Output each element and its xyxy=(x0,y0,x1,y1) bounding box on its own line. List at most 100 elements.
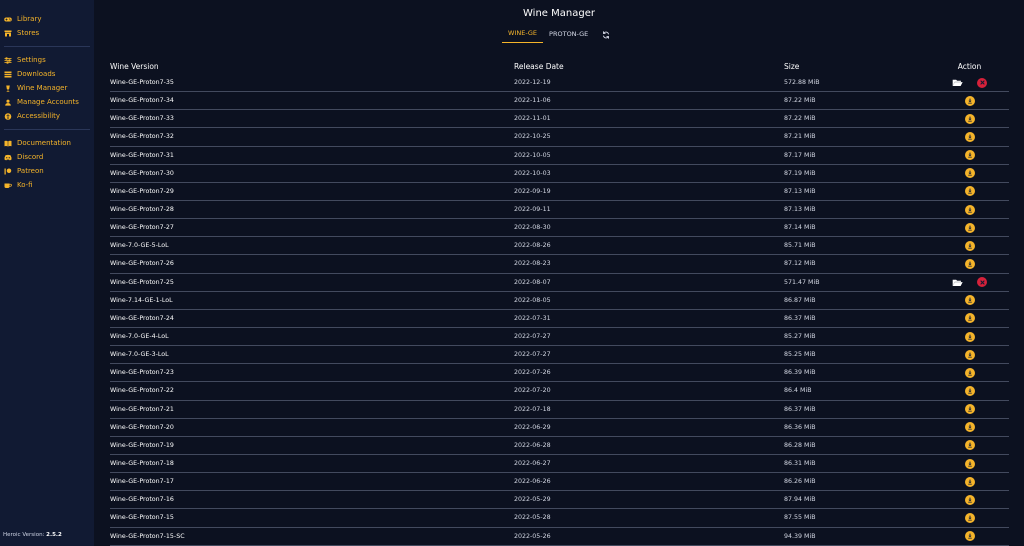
cell-version: Wine-GE-Proton7-31 xyxy=(110,151,174,159)
download-icon[interactable] xyxy=(964,331,975,342)
sidebar-item-label: Manage Accounts xyxy=(17,98,79,106)
column-header-size: Size xyxy=(784,61,800,71)
cell-version: Wine-GE-Proton7-21 xyxy=(110,405,174,413)
cell-size: 85.25 MiB xyxy=(784,351,816,359)
book-icon xyxy=(4,140,12,147)
download-icon[interactable] xyxy=(964,531,975,542)
cell-size: 572.88 MiB xyxy=(784,79,820,87)
accessibility-icon xyxy=(4,112,12,120)
table-row: Wine-GE-Proton7-22 2022-07-20 86.4 MiB xyxy=(110,382,1009,401)
tab-proton-ge[interactable]: PROTON-GE xyxy=(543,28,594,43)
sidebar-item-library[interactable]: Library xyxy=(0,12,94,26)
sidebar-item-label: Accessibility xyxy=(17,112,61,120)
sidebar-item-settings[interactable]: Settings xyxy=(0,53,94,67)
cell-version: Wine-GE-Proton7-26 xyxy=(110,260,174,268)
cell-size: 86.37 MiB xyxy=(784,314,816,322)
table-row: Wine-GE-Proton7-35 2022-12-19 572.88 MiB xyxy=(110,74,1009,93)
open-folder-icon[interactable] xyxy=(952,278,963,287)
sidebar-item-patreon[interactable]: Patreon xyxy=(0,164,94,178)
cell-version: Wine-GE-Proton7-33 xyxy=(110,115,174,123)
cell-release-date: 2022-07-27 xyxy=(514,351,551,359)
table-row: Wine-GE-Proton7-28 2022-09-11 87.13 MiB xyxy=(110,201,1009,220)
download-icon[interactable] xyxy=(964,186,975,197)
table-row: Wine-7.14-GE-1-LoL 2022-08-05 86.87 MiB xyxy=(110,292,1009,310)
cell-action xyxy=(930,476,1009,487)
cell-action xyxy=(930,512,1009,523)
cell-version: Wine-7.0-GE-3-LoL xyxy=(110,351,169,359)
cell-size: 87.22 MiB xyxy=(784,115,816,123)
download-icon[interactable] xyxy=(964,313,975,324)
cell-action xyxy=(930,367,1009,378)
cell-size: 87.21 MiB xyxy=(784,133,816,141)
cell-version: Wine-GE-Proton7-32 xyxy=(110,133,174,141)
table-row: Wine-GE-Proton7-32 2022-10-25 87.21 MiB xyxy=(110,128,1009,147)
column-header-action: Action xyxy=(957,61,982,71)
download-icon[interactable] xyxy=(964,494,975,505)
tab-wine-ge[interactable]: WINE-GE xyxy=(502,27,544,43)
cell-size: 85.27 MiB xyxy=(784,333,816,341)
gamepad-icon xyxy=(4,16,12,23)
table-row: Wine-7.0-GE-4-LoL 2022-07-27 85.27 MiB xyxy=(110,328,1009,347)
cell-release-date: 2022-12-19 xyxy=(514,79,551,87)
cell-version: Wine-GE-Proton7-19 xyxy=(110,441,174,449)
download-icon[interactable] xyxy=(964,440,975,451)
sidebar-item-manage-accounts[interactable]: Manage Accounts xyxy=(0,95,94,109)
open-folder-icon[interactable] xyxy=(952,78,963,87)
cell-release-date: 2022-08-26 xyxy=(514,242,551,250)
download-icon[interactable] xyxy=(964,458,975,469)
download-icon[interactable] xyxy=(964,240,975,251)
download-icon[interactable] xyxy=(964,512,975,523)
sidebar-item-stores[interactable]: Stores xyxy=(0,26,94,40)
cell-release-date: 2022-06-29 xyxy=(514,423,551,431)
download-icon[interactable] xyxy=(964,367,975,378)
sidebar-item-discord[interactable]: Discord xyxy=(0,150,94,164)
cell-version: Wine-GE-Proton7-22 xyxy=(110,387,174,395)
table-row: Wine-GE-Proton7-23 2022-07-26 86.39 MiB xyxy=(110,364,1009,383)
download-icon[interactable] xyxy=(964,150,975,161)
download-icon[interactable] xyxy=(964,168,975,179)
download-icon[interactable] xyxy=(964,385,975,396)
cell-release-date: 2022-06-28 xyxy=(514,441,551,449)
download-icon[interactable] xyxy=(964,131,975,142)
download-icon[interactable] xyxy=(964,222,975,233)
table-row: Wine-GE-Proton7-16 2022-05-29 87.94 MiB xyxy=(110,491,1009,510)
remove-icon[interactable] xyxy=(977,277,987,288)
sidebar-item-ko-fi[interactable]: Ko-fi xyxy=(0,178,94,192)
cell-size: 86.26 MiB xyxy=(784,478,816,486)
sidebar-item-downloads[interactable]: Downloads xyxy=(0,67,94,81)
sidebar-item-accessibility[interactable]: Accessibility xyxy=(0,109,94,123)
cell-release-date: 2022-06-27 xyxy=(514,460,551,468)
refresh-icon[interactable] xyxy=(602,31,610,39)
download-icon[interactable] xyxy=(964,258,975,269)
table-row: Wine-GE-Proton7-29 2022-09-19 87.13 MiB xyxy=(110,183,1009,201)
download-icon[interactable] xyxy=(964,95,975,106)
cell-release-date: 2022-09-19 xyxy=(514,187,551,195)
cell-action xyxy=(930,222,1009,233)
download-icon[interactable] xyxy=(964,204,975,215)
wine-glass-icon xyxy=(4,84,12,92)
cell-version: Wine-GE-Proton7-25 xyxy=(110,278,174,286)
cell-action xyxy=(930,77,1009,88)
cell-version: Wine-GE-Proton7-34 xyxy=(110,97,174,105)
cell-release-date: 2022-07-18 xyxy=(514,405,551,413)
sidebar-item-wine-manager[interactable]: Wine Manager xyxy=(0,81,94,95)
download-icon[interactable] xyxy=(964,422,975,433)
download-icon[interactable] xyxy=(964,349,975,360)
cell-action xyxy=(930,277,1009,288)
downloads-icon xyxy=(4,71,12,78)
table-row: Wine-GE-Proton7-18 2022-06-27 86.31 MiB xyxy=(110,455,1009,474)
download-icon[interactable] xyxy=(964,476,975,487)
download-icon[interactable] xyxy=(964,295,975,306)
remove-icon[interactable] xyxy=(977,77,987,88)
sidebar-item-label: Wine Manager xyxy=(17,84,68,92)
sidebar-item-documentation[interactable]: Documentation xyxy=(0,136,94,150)
download-icon[interactable] xyxy=(964,113,975,124)
cell-action xyxy=(930,494,1009,505)
sidebar-divider xyxy=(4,129,90,130)
coffee-icon xyxy=(4,182,12,189)
table-row: Wine-GE-Proton7-34 2022-11-06 87.22 MiB xyxy=(110,92,1009,111)
download-icon[interactable] xyxy=(964,404,975,415)
cell-release-date: 2022-10-25 xyxy=(514,133,551,141)
sidebar-item-label: Patreon xyxy=(17,167,44,175)
cell-size: 87.13 MiB xyxy=(784,206,816,214)
